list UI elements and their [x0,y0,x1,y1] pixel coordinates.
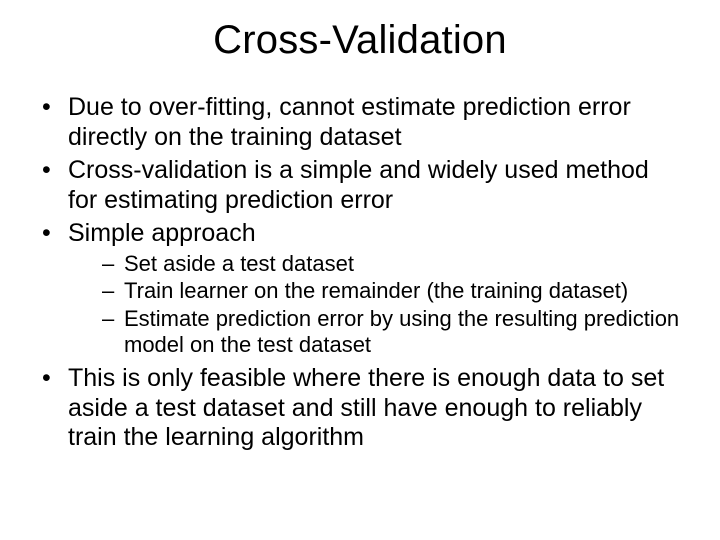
bullet-text: This is only feasible where there is eno… [68,364,664,451]
bullet-text: Simple approach [68,219,256,247]
bullet-item: Due to over-fitting, cannot estimate pre… [40,93,680,152]
slide-title: Cross-Validation [40,18,680,63]
bullet-text: Due to over-fitting, cannot estimate pre… [68,93,631,151]
bullet-item: Cross-validation is a simple and widely … [40,156,680,215]
bullet-item: This is only feasible where there is eno… [40,364,680,453]
sub-bullet-text: Estimate prediction error by using the r… [124,306,679,357]
sub-bullet-item: Train learner on the remainder (the trai… [68,278,680,304]
sub-bullet-item: Set aside a test dataset [68,251,680,277]
bullet-text: Cross-validation is a simple and widely … [68,156,649,214]
sub-bullet-item: Estimate prediction error by using the r… [68,306,680,358]
slide: Cross-Validation Due to over-fitting, ca… [0,0,720,540]
bullet-list: Due to over-fitting, cannot estimate pre… [40,93,680,453]
bullet-item: Simple approach Set aside a test dataset… [40,219,680,358]
sub-bullet-text: Set aside a test dataset [124,251,354,276]
sub-bullet-text: Train learner on the remainder (the trai… [124,278,628,303]
sub-bullet-list: Set aside a test dataset Train learner o… [68,251,680,359]
